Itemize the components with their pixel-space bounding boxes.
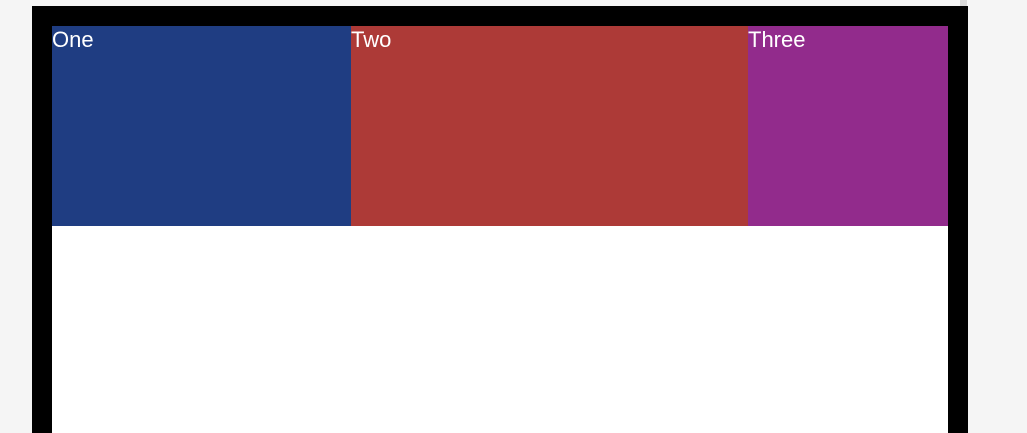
box-three: Three — [748, 26, 948, 226]
box-three-label: Three — [748, 27, 806, 52]
box-one-label: One — [52, 27, 94, 52]
box-one: One — [52, 26, 351, 226]
page-content: One Two Three — [52, 26, 948, 433]
preview-frame: One Two Three — [32, 6, 968, 433]
box-two-label: Two — [351, 27, 392, 52]
flex-row: One Two Three — [52, 26, 948, 226]
box-two: Two — [351, 26, 748, 226]
